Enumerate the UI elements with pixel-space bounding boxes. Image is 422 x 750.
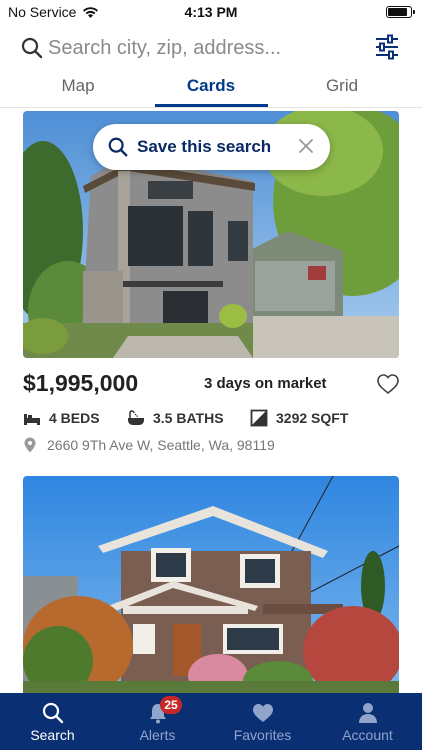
bed-icon [24,414,40,425]
beds-label: 4 BEDS [49,410,100,426]
save-search-button[interactable]: Save this search [93,124,330,170]
listing-price: $1,995,000 [23,370,139,396]
active-tab-indicator [155,104,268,107]
alerts-badge: 25 [160,696,182,714]
address-text: 2660 9Th Ave W, Seattle, Wa, 98119 [47,437,275,453]
close-icon[interactable] [298,138,314,154]
baths-fact: 3.5 BATHS [127,409,224,427]
search-bar [0,28,422,68]
search-input[interactable] [48,32,348,64]
bathtub-icon [128,410,144,425]
tab-grid[interactable]: Grid [292,76,392,108]
search-icon [21,37,43,59]
baths-label: 3.5 BATHS [153,410,224,426]
search-icon [42,702,64,724]
nav-alerts-label: Alerts [139,727,176,743]
nav-account-label: Account [342,727,393,743]
nav-search[interactable]: Search [0,693,105,750]
nav-search-label: Search [30,727,75,743]
heart-icon [253,704,273,722]
status-time: 4:13 PM [184,4,238,20]
days-on-market: 3 days on market [204,375,327,392]
house-photo-2 [23,476,399,696]
nav-favorites[interactable]: Favorites [210,693,315,750]
listing-facts: 4 BEDS 3.5 BATHS 3292 SQFT [0,409,422,429]
listing-address: 2660 9Th Ave W, Seattle, Wa, 98119 [23,437,275,453]
nav-alerts[interactable]: 25 Alerts [105,693,210,750]
area-icon [250,409,268,427]
save-search-label: Save this search [137,137,272,156]
favorite-heart-icon[interactable] [376,372,400,396]
view-tabs: Map Cards Grid [0,74,422,108]
nav-account[interactable]: Account [315,693,420,750]
nav-favorites-label: Favorites [233,727,292,743]
bottom-nav: Search 25 Alerts Favorites Account [0,693,422,750]
status-bar: No Service 4:13 PM [0,0,422,24]
sqft-fact: 3292 SQFT [250,409,348,427]
battery-icon [386,6,415,18]
map-pin-icon [24,437,36,453]
battery-fill [388,8,407,16]
search-icon [108,137,128,157]
beds-fact: 4 BEDS [23,409,100,427]
person-icon [359,703,377,723]
listing-photo[interactable] [23,476,399,696]
tab-map[interactable]: Map [28,76,128,108]
sqft-label: 3292 SQFT [276,410,349,426]
filter-sliders-icon[interactable] [374,34,400,60]
